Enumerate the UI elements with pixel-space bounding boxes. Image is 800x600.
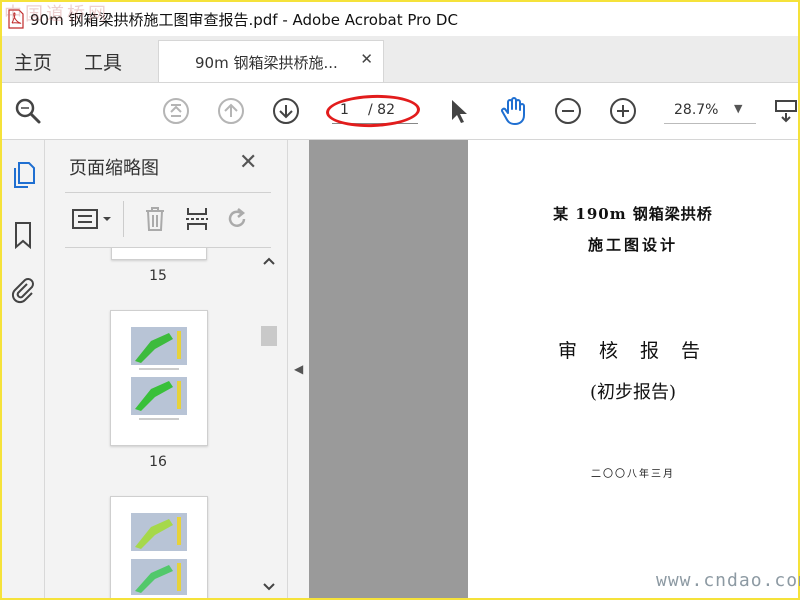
scroll-mode-icon — [775, 100, 797, 123]
bookmarks-rail-button[interactable] — [10, 220, 36, 250]
tab-tools[interactable]: 工具 — [84, 48, 122, 75]
tab-document-label: 90m 钢箱梁拱桥施... — [195, 54, 338, 72]
attachments-rail-button[interactable] — [10, 275, 36, 305]
attachment-icon — [11, 278, 34, 304]
thumbnails-icon — [14, 162, 35, 188]
rotate-icon — [228, 208, 246, 227]
doc-date: 二〇〇八年三月 — [591, 469, 675, 480]
tab-bar: 主页 工具 90m 钢箱梁拱桥施... ✕ — [2, 36, 798, 83]
document-page: 某 190m 钢箱梁拱桥 施工图设计 审 核 报 告 (初步报告) 二〇〇八年三… — [468, 140, 798, 598]
collapse-arrow-icon: ◀ — [294, 362, 304, 376]
tab-home[interactable]: 主页 — [14, 48, 52, 75]
toolbar: 1 / 82 28.7% ▼ — [2, 83, 798, 140]
close-panel-button[interactable]: ✕ — [239, 150, 257, 175]
panel-title: 页面缩略图 — [69, 158, 159, 179]
zoom-in-icon — [610, 98, 636, 124]
scrollbar-thumb[interactable] — [261, 326, 277, 346]
tab-document[interactable]: 90m 钢箱梁拱桥施... ✕ — [158, 40, 384, 82]
thumbnail-scrollbar[interactable] — [259, 248, 279, 598]
watermark-bottom-right: www.cndao.com — [656, 570, 800, 591]
thumbnails-panel: 页面缩略图 ✕ 15 16 — [45, 140, 287, 598]
thumbnail-page-16[interactable] — [110, 310, 208, 446]
scroll-mode-button[interactable] — [772, 95, 798, 127]
prev-page-button[interactable] — [215, 95, 247, 127]
delete-page-button[interactable] — [141, 203, 169, 235]
thumbnail-image-17 — [131, 513, 187, 595]
panel-collapse-handle[interactable]: ◀ — [287, 140, 310, 598]
search-zoom-icon — [15, 98, 41, 124]
window-title: 90m 钢箱梁拱桥施工图审查报告.pdf - Adobe Acrobat Pro… — [30, 10, 458, 29]
thumbnail-image-16 — [131, 327, 187, 420]
hand-tool-button[interactable] — [498, 95, 530, 127]
scroll-up-icon[interactable] — [263, 256, 275, 266]
document-view[interactable]: 某 190m 钢箱梁拱桥 施工图设计 审 核 报 告 (初步报告) 二〇〇八年三… — [309, 140, 798, 598]
options-menu-button[interactable] — [71, 203, 115, 235]
zoom-out-icon — [555, 98, 581, 124]
title-bar: 90m 钢箱梁拱桥施工图审查报告.pdf - Adobe Acrobat Pro… — [2, 2, 798, 36]
thumbnail-label-16: 16 — [149, 454, 167, 470]
zoom-value: 28.7% — [674, 102, 719, 118]
first-page-icon — [163, 98, 189, 124]
next-page-button[interactable] — [270, 95, 302, 127]
thumbnail-page-17[interactable] — [110, 496, 208, 598]
pdf-file-icon — [8, 9, 24, 29]
select-tool-button[interactable] — [442, 95, 474, 127]
zoom-in-button[interactable] — [607, 95, 639, 127]
select-arrow-icon — [452, 100, 467, 123]
thumbnails-rail-button[interactable] — [10, 160, 36, 190]
doc-project-name: 某 190m 钢箱梁拱桥 — [553, 205, 713, 223]
bookmark-icon — [15, 222, 31, 249]
search-zoom-button[interactable] — [12, 95, 44, 127]
tool-divider — [123, 201, 124, 237]
prev-page-icon — [218, 98, 244, 124]
thumbnail-label-15: 15 — [149, 268, 167, 284]
doc-heading: 审 核 报 告 — [557, 340, 709, 362]
first-page-button[interactable] — [160, 95, 192, 127]
zoom-select[interactable]: 28.7% ▼ — [664, 97, 756, 124]
thumbnail-tools — [65, 192, 271, 248]
chevron-down-icon: ▼ — [734, 102, 743, 115]
doc-subheading: (初步报告) — [589, 382, 677, 403]
rotate-page-button[interactable] — [223, 203, 251, 235]
scroll-down-icon[interactable] — [263, 582, 275, 592]
thumbnail-page-15[interactable] — [111, 248, 207, 260]
close-tab-button[interactable]: ✕ — [360, 50, 373, 68]
options-icon — [72, 209, 111, 229]
trash-icon — [146, 207, 164, 231]
navigation-rail — [2, 140, 45, 598]
insert-page-button[interactable] — [183, 203, 211, 235]
doc-design-stage: 施工图设计 — [587, 236, 678, 254]
hand-icon — [501, 97, 525, 125]
insert-page-icon — [186, 208, 208, 230]
thumbnail-list: 15 16 — [45, 248, 259, 598]
next-page-icon — [273, 98, 299, 124]
zoom-out-button[interactable] — [552, 95, 584, 127]
